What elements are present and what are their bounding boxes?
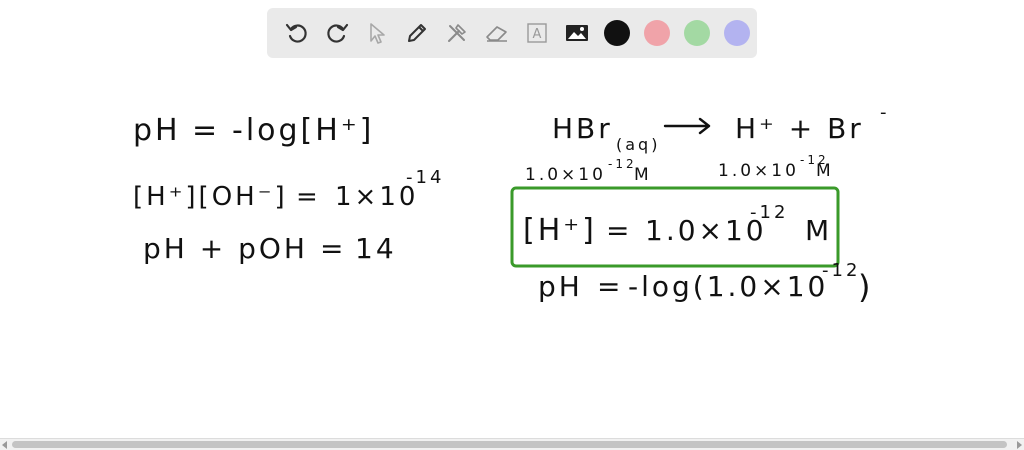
svg-text:1.0×10: 1.0×10: [718, 161, 799, 181]
whiteboard-canvas[interactable]: A pH = -log[H⁺] [H⁺][OH⁻] = 1×10 -14 pH …: [0, 0, 1024, 438]
svg-text:[H⁺]: [H⁺]: [523, 213, 597, 248]
svg-text:H⁺ + Br: H⁺ + Br: [735, 112, 864, 145]
scroll-right-arrow-icon[interactable]: [1017, 441, 1022, 449]
svg-text:=: =: [597, 270, 623, 303]
boxed-answer: [H⁺] = 1.0×10 -12 M: [523, 202, 832, 248]
svg-text:): ): [858, 268, 873, 306]
svg-text:M: M: [805, 214, 832, 247]
svg-text:M: M: [634, 165, 652, 185]
svg-text:=: =: [192, 113, 220, 148]
equation-ph-definition: pH = -log[H⁺]: [133, 113, 374, 148]
svg-text:pH: pH: [133, 113, 181, 148]
scrollbar-thumb[interactable]: [12, 441, 1007, 448]
svg-text:14: 14: [355, 232, 397, 265]
svg-text:-log(1.0×10: -log(1.0×10: [628, 270, 828, 303]
svg-text:M: M: [816, 161, 834, 181]
scroll-left-arrow-icon[interactable]: [2, 441, 7, 449]
concentration-h-plus: 1.0×10 -12 M: [718, 153, 834, 181]
svg-text:(aq): (aq): [616, 135, 660, 154]
equation-ph-poh: pH + pOH = 14: [143, 232, 397, 265]
horizontal-scrollbar[interactable]: [0, 438, 1024, 450]
svg-text:=: =: [320, 232, 346, 265]
svg-text:-: -: [880, 102, 890, 123]
svg-text:pH: pH: [538, 270, 583, 303]
svg-text:-log[H⁺]: -log[H⁺]: [232, 113, 374, 148]
svg-text:-12: -12: [822, 260, 860, 281]
svg-text:-12: -12: [608, 157, 637, 171]
concentration-hbr: 1.0×10 -12 M: [525, 157, 652, 185]
svg-text:pH + pOH: pH + pOH: [143, 232, 308, 265]
svg-text:=: =: [606, 214, 632, 247]
svg-text:-14: -14: [406, 167, 444, 188]
svg-text:-12: -12: [750, 202, 788, 223]
reaction-arrow: [663, 117, 711, 135]
svg-text:=: =: [296, 182, 321, 212]
svg-text:1.0×10: 1.0×10: [525, 165, 606, 185]
handwritten-content: pH = -log[H⁺] [H⁺][OH⁻] = 1×10 -14 pH + …: [133, 102, 890, 306]
reaction-equation: HBr (aq) H⁺ + Br -: [552, 102, 890, 154]
svg-text:1.0×10: 1.0×10: [645, 214, 767, 247]
equation-kw: [H⁺][OH⁻] = 1×10 -14: [133, 167, 444, 212]
svg-text:[H⁺][OH⁻]: [H⁺][OH⁻]: [133, 182, 288, 212]
svg-text:HBr: HBr: [552, 112, 613, 145]
